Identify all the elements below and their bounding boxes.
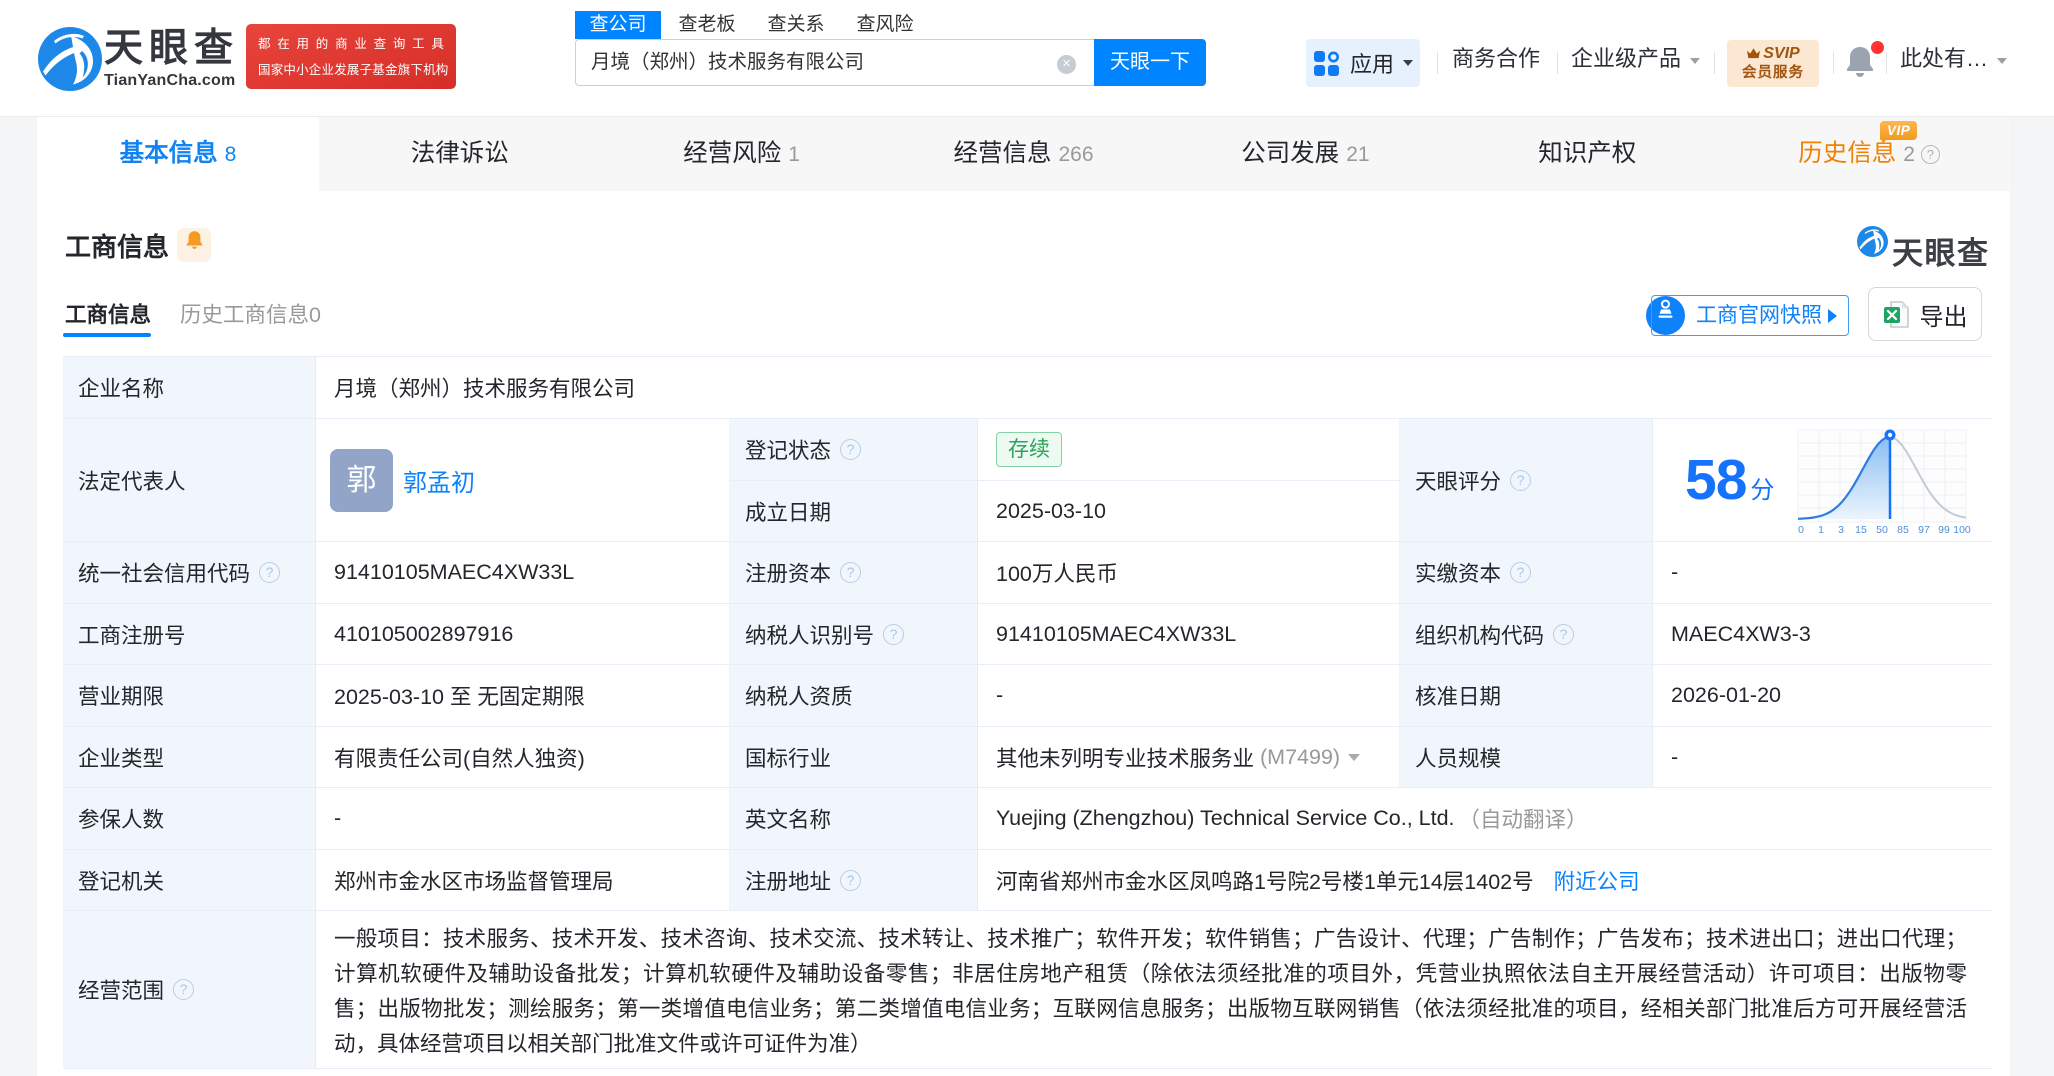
svg-text:97: 97 bbox=[1919, 524, 1931, 535]
svg-text:99: 99 bbox=[1939, 524, 1951, 535]
svg-text:1: 1 bbox=[1818, 524, 1824, 535]
svg-text:100: 100 bbox=[1954, 524, 1972, 535]
svg-text:85: 85 bbox=[1898, 524, 1910, 535]
svg-text:50: 50 bbox=[1877, 524, 1889, 535]
svg-text:3: 3 bbox=[1838, 524, 1844, 535]
svg-text:15: 15 bbox=[1856, 524, 1868, 535]
svg-text:0: 0 bbox=[1798, 524, 1804, 535]
